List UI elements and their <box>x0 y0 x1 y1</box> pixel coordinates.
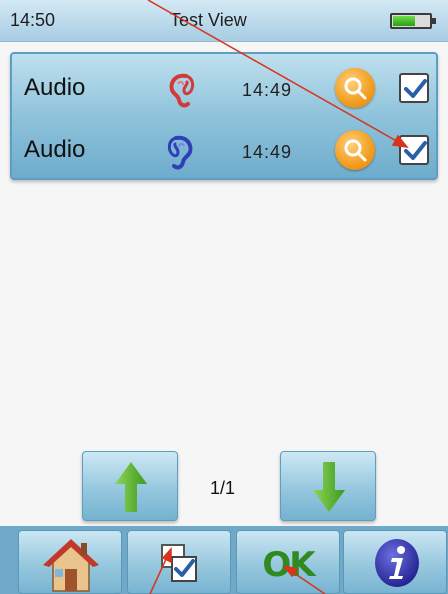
status-bar: 14:50 Test View <box>0 0 448 42</box>
arrow-up-icon <box>115 462 147 512</box>
zoom-button[interactable] <box>335 68 375 108</box>
info-button[interactable] <box>343 530 447 594</box>
page-indicator: 1/1 <box>210 478 236 498</box>
ok-label: OK <box>262 545 315 585</box>
left-ear-icon <box>169 73 195 108</box>
ok-button[interactable]: OK <box>236 530 340 594</box>
home-button[interactable] <box>18 530 122 594</box>
result-label: Audio <box>24 136 86 163</box>
checkmark-icon <box>404 79 427 98</box>
status-time: 14:50 <box>10 10 56 30</box>
page-down-button[interactable] <box>280 451 376 521</box>
zoom-button[interactable] <box>335 130 375 170</box>
checkmark-icon <box>404 141 427 160</box>
page-up-button[interactable] <box>82 451 178 521</box>
select-all-icon <box>161 544 197 582</box>
magnifier-icon <box>344 139 367 162</box>
home-icon <box>43 539 99 592</box>
result-label: Audio <box>24 74 86 101</box>
result-checkbox[interactable] <box>399 135 429 165</box>
result-row[interactable]: Audio 14:49 <box>12 120 436 180</box>
battery-icon <box>390 13 436 29</box>
result-checkbox[interactable] <box>399 73 429 103</box>
bottom-toolbar: OK <box>0 526 448 594</box>
magnifier-icon <box>344 77 367 100</box>
info-icon <box>375 539 419 587</box>
result-row[interactable]: Audio 14:49 <box>12 58 436 118</box>
right-ear-icon <box>167 135 193 170</box>
battery-level <box>393 16 416 26</box>
arrow-down-icon <box>313 462 345 512</box>
result-time: 14:49 <box>242 142 293 162</box>
results-list: Audio 14:49 Audio 14:49 <box>10 52 438 180</box>
select-all-button[interactable] <box>127 530 231 594</box>
result-time: 14:49 <box>242 80 293 100</box>
view-title: Test View <box>170 10 247 30</box>
